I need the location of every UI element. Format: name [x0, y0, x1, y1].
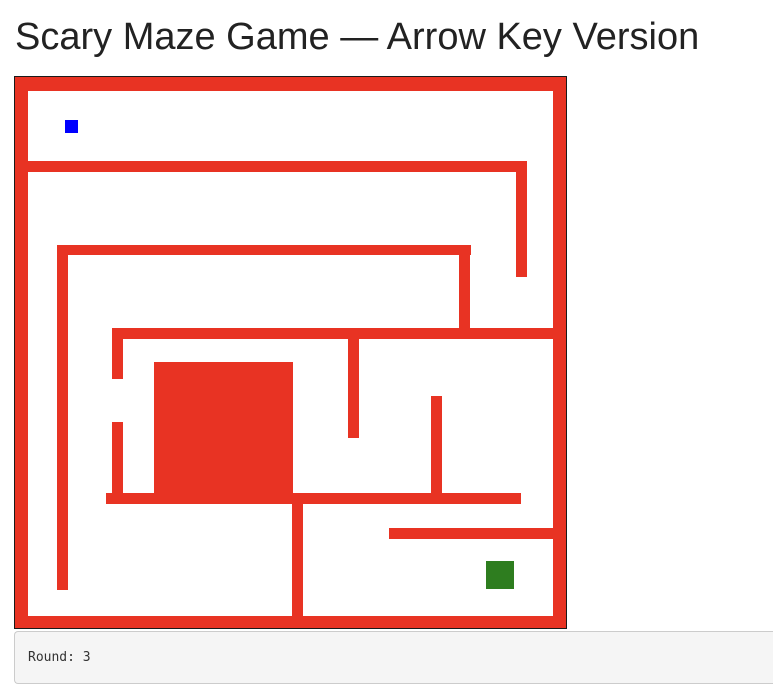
- round-status: Round: 3: [28, 650, 91, 665]
- maze-wall: [57, 245, 471, 255]
- page-title: Scary Maze Game — Arrow Key Version: [15, 16, 700, 58]
- player-square-icon[interactable]: [65, 120, 78, 133]
- maze-wall-outer-left: [15, 77, 28, 628]
- status-bar: Round: 3: [14, 631, 773, 684]
- goal-square-icon[interactable]: [486, 561, 514, 589]
- maze-wall: [57, 245, 68, 590]
- maze-canvas[interactable]: [14, 76, 567, 629]
- maze-wall: [431, 396, 442, 498]
- maze-wall: [112, 328, 123, 379]
- maze-wall: [112, 328, 553, 339]
- maze-wall-outer-right: [553, 77, 566, 628]
- maze-wall: [28, 161, 527, 172]
- maze-wall: [516, 161, 527, 277]
- maze-wall-block: [154, 362, 293, 501]
- maze-wall: [459, 245, 470, 329]
- maze-svg: [15, 77, 566, 628]
- maze-wall: [292, 493, 303, 617]
- maze-wall: [348, 328, 359, 438]
- maze-wall: [389, 528, 554, 539]
- maze-wall-outer-bottom: [15, 616, 566, 628]
- maze-wall: [112, 422, 123, 498]
- maze-wall-outer-top: [15, 77, 566, 91]
